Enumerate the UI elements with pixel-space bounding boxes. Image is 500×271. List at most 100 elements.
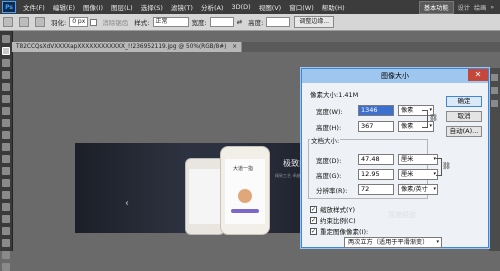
document-size-label: 文档大小: bbox=[310, 135, 341, 145]
eyedropper-tool-icon[interactable] bbox=[2, 95, 10, 103]
pixel-height-label: 高度(H): bbox=[316, 123, 342, 132]
avatar bbox=[238, 189, 252, 203]
zoom-tool-icon[interactable] bbox=[2, 263, 10, 271]
panel-icon[interactable] bbox=[491, 100, 498, 107]
stamp-tool-icon[interactable] bbox=[2, 131, 10, 139]
pixel-width-label: 宽度(W): bbox=[316, 107, 343, 116]
chevron-down-icon: ▾ bbox=[429, 123, 432, 129]
resolution-row: 分辨率(R): 72 像素/英寸 ▾ bbox=[316, 184, 438, 195]
auto-button[interactable]: 自动(A)... bbox=[446, 126, 482, 137]
ok-button[interactable]: 确定 bbox=[446, 96, 482, 107]
pixel-height-input[interactable]: 367 bbox=[358, 121, 394, 132]
phone-image-front: 大道一指 bbox=[220, 146, 270, 235]
toolbox bbox=[0, 31, 13, 271]
cancel-button[interactable]: 取消 bbox=[446, 111, 482, 122]
panel-icon[interactable] bbox=[491, 87, 498, 94]
style-select[interactable]: 正常 bbox=[152, 17, 189, 27]
menu-edit[interactable]: 编辑(E) bbox=[49, 2, 79, 12]
crop-tool-icon[interactable] bbox=[2, 83, 10, 91]
shape-tool-icon[interactable] bbox=[2, 239, 10, 247]
width-label: 宽度: bbox=[191, 19, 207, 27]
resample-row[interactable]: ✓ 重定图像像素(I): bbox=[310, 226, 368, 236]
scale-styles-checkbox[interactable]: ✓ bbox=[310, 205, 317, 213]
marquee-tool-icon[interactable] bbox=[2, 47, 10, 55]
resolution-label: 分辨率(R): bbox=[316, 186, 348, 195]
chain-link-icon: ⛓ bbox=[429, 114, 438, 122]
panel-icon[interactable] bbox=[491, 74, 498, 81]
menu-filter[interactable]: 滤镜(T) bbox=[167, 2, 197, 12]
menu-3d[interactable]: 3D(D) bbox=[227, 3, 254, 11]
workspace-design-link[interactable]: 设计 bbox=[458, 3, 470, 12]
options-bar: 羽化: 0 px 消除锯齿 样式: 正常 宽度: ⇄ 高度: 调整边缘... bbox=[0, 14, 500, 31]
brush-tool-icon[interactable] bbox=[2, 119, 10, 127]
gradient-tool-icon[interactable] bbox=[2, 167, 10, 175]
dialog-title: 图像大小 bbox=[381, 72, 409, 80]
doc-width-input[interactable]: 47.48 bbox=[358, 154, 394, 165]
document-tab-bar: T82CCQsXdVXXXXapXXXXXXXXXXXX_!!236952119… bbox=[12, 42, 500, 52]
doc-height-label: 高度(G): bbox=[316, 171, 342, 180]
swap-icon[interactable]: ⇄ bbox=[237, 18, 242, 26]
height-input[interactable] bbox=[266, 17, 291, 27]
lasso-tool-icon[interactable] bbox=[2, 59, 10, 67]
document-tab[interactable]: T82CCQsXdVXXXXapXXXXXXXXXXXX_!!236952119… bbox=[12, 42, 243, 52]
constrain-checkbox[interactable]: ✓ bbox=[310, 216, 317, 224]
menu-window[interactable]: 窗口(W) bbox=[285, 2, 318, 12]
menu-analysis[interactable]: 分析(A) bbox=[197, 2, 228, 12]
doc-width-label: 宽度(D): bbox=[316, 156, 342, 165]
marquee-preset-icon[interactable] bbox=[3, 17, 13, 27]
right-panel-strip bbox=[489, 68, 500, 251]
add-selection-icon[interactable] bbox=[35, 17, 45, 27]
image-size-dialog: 图像大小 ✕ 像素大小:1.41M 宽度(W): 1346 像素 ▾ 高度(H)… bbox=[301, 68, 489, 248]
menu-image[interactable]: 图像(I) bbox=[79, 2, 107, 12]
style-label: 样式: bbox=[134, 19, 150, 27]
watermark: 百度经验 bbox=[388, 211, 416, 219]
eraser-tool-icon[interactable] bbox=[2, 155, 10, 163]
menu-view[interactable]: 视图(V) bbox=[255, 2, 286, 12]
refine-edge-button[interactable]: 调整边缘... bbox=[294, 16, 335, 28]
pixel-dimensions-label: 像素大小:1.41M bbox=[310, 91, 359, 99]
pixel-width-input[interactable]: 1346 bbox=[358, 105, 394, 116]
resolution-input[interactable]: 72 bbox=[358, 184, 394, 195]
scale-styles-row[interactable]: ✓ 缩放样式(Y) bbox=[310, 204, 355, 214]
quick-select-tool-icon[interactable] bbox=[2, 71, 10, 79]
workspace-painting-link[interactable]: 绘画 bbox=[474, 3, 486, 12]
doc-height-unit-select[interactable]: 厘米 ▾ bbox=[398, 169, 438, 180]
history-brush-tool-icon[interactable] bbox=[2, 143, 10, 151]
workspace-more-icon[interactable]: » bbox=[490, 4, 494, 11]
dodge-tool-icon[interactable] bbox=[2, 191, 10, 199]
pixel-height-unit-select[interactable]: 像素 ▾ bbox=[398, 121, 434, 132]
dialog-title-bar[interactable]: 图像大小 ✕ bbox=[302, 69, 488, 83]
menu-layer[interactable]: 图层(L) bbox=[107, 2, 137, 12]
path-select-tool-icon[interactable] bbox=[2, 227, 10, 235]
menu-select[interactable]: 选择(S) bbox=[137, 2, 167, 12]
prev-arrow-icon: ‹ bbox=[125, 198, 129, 209]
tab-close-icon[interactable]: × bbox=[232, 44, 237, 50]
blur-tool-icon[interactable] bbox=[2, 179, 10, 187]
phone-caption: 大道一指 bbox=[233, 166, 254, 172]
feather-label: 羽化: bbox=[51, 19, 67, 27]
menu-help[interactable]: 帮助(H) bbox=[318, 2, 349, 12]
hand-tool-icon[interactable] bbox=[2, 251, 10, 259]
antialias-checkbox[interactable] bbox=[90, 18, 98, 26]
menu-file[interactable]: 文件(F) bbox=[19, 2, 49, 12]
doc-height-input[interactable]: 12.95 bbox=[358, 169, 394, 180]
healing-tool-icon[interactable] bbox=[2, 107, 10, 115]
width-input[interactable] bbox=[209, 17, 234, 27]
type-tool-icon[interactable] bbox=[2, 215, 10, 223]
workspace-essentials-button[interactable]: 基本功能 bbox=[418, 0, 454, 14]
pixel-link-bracket bbox=[422, 110, 428, 128]
doc-height-row: 高度(G): 12.95 厘米 ▾ bbox=[316, 169, 438, 180]
resample-checkbox[interactable]: ✓ bbox=[310, 227, 317, 235]
new-selection-icon[interactable] bbox=[19, 17, 29, 27]
pixel-height-row: 高度(H): 367 像素 ▾ bbox=[316, 121, 434, 132]
doc-width-unit-select[interactable]: 厘米 ▾ bbox=[398, 154, 438, 165]
resolution-unit-select[interactable]: 像素/英寸 ▾ bbox=[398, 184, 438, 195]
resample-method-select[interactable]: 两次立方（适用于平滑渐变） ▾ bbox=[344, 237, 442, 248]
pen-tool-icon[interactable] bbox=[2, 203, 10, 211]
chevron-down-icon: ▾ bbox=[436, 239, 439, 245]
antialias-label: 消除锯齿 bbox=[102, 19, 129, 27]
constrain-row[interactable]: ✓ 约束比例(C) bbox=[310, 215, 356, 225]
feather-input[interactable]: 0 px bbox=[69, 17, 89, 27]
close-icon[interactable]: ✕ bbox=[468, 69, 488, 81]
move-tool-icon[interactable] bbox=[2, 35, 10, 43]
